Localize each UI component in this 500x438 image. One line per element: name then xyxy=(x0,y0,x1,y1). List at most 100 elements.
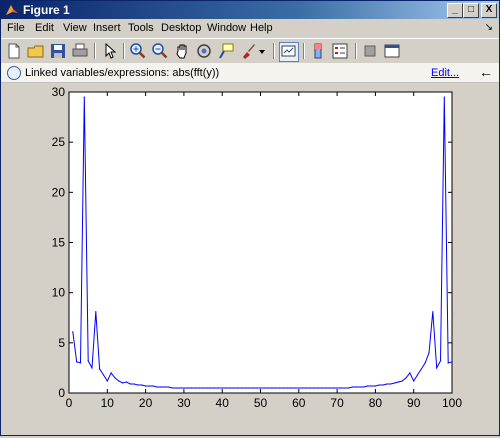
data-point xyxy=(328,387,331,389)
data-point xyxy=(240,387,242,389)
close-button[interactable]: X xyxy=(481,3,497,18)
data-cursor-icon[interactable] xyxy=(217,42,235,60)
menu-insert[interactable]: Insert xyxy=(93,22,121,34)
open-file-icon[interactable] xyxy=(27,42,45,60)
menu-edit[interactable]: Edit xyxy=(35,22,54,34)
data-point xyxy=(416,374,419,376)
link-plot-icon[interactable] xyxy=(279,42,299,62)
data-point xyxy=(175,387,177,389)
data-point xyxy=(443,96,445,98)
figure-window: Figure 1 _ □ X File Edit View Insert Too… xyxy=(0,0,500,436)
data-point xyxy=(405,377,407,379)
new-figure-icon[interactable] xyxy=(5,42,23,60)
menu-tools[interactable]: Tools xyxy=(128,22,154,34)
brush-icon[interactable] xyxy=(239,42,257,60)
window-title: Figure 1 xyxy=(23,3,70,17)
menu-file[interactable]: File xyxy=(7,22,25,34)
data-point xyxy=(236,387,239,389)
data-point xyxy=(378,384,380,386)
plot-area: 0 10 20 30 40 50 60 70 80 90 100 0 5 10 15 20 25 30 xyxy=(1,83,499,435)
maximize-button[interactable]: □ xyxy=(463,3,479,18)
print-icon[interactable] xyxy=(71,42,89,60)
insert-legend-icon[interactable] xyxy=(331,42,349,60)
y-tick-label: 10 xyxy=(52,286,66,300)
select-arrow-icon[interactable] xyxy=(101,42,119,60)
data-point xyxy=(91,367,93,369)
data-point xyxy=(436,367,438,369)
linked-variables-bar: Linked variables/expressions: abs(fft(y)… xyxy=(1,63,499,83)
x-tick-label: 50 xyxy=(254,396,268,410)
data-point xyxy=(118,380,120,382)
data-point xyxy=(252,387,254,389)
data-point xyxy=(164,386,166,388)
data-point xyxy=(382,384,384,386)
data-point xyxy=(374,385,376,387)
zoom-in-icon[interactable] xyxy=(129,42,147,60)
title-bar[interactable]: Figure 1 _ □ X xyxy=(1,1,499,19)
fft-chart[interactable]: 0 10 20 30 40 50 60 70 80 90 100 0 5 10 15 20 25 30 xyxy=(1,83,499,435)
data-point xyxy=(87,360,89,362)
data-point xyxy=(386,383,388,385)
data-point xyxy=(83,96,85,98)
data-point xyxy=(344,387,346,389)
data-point xyxy=(210,387,212,389)
data-point xyxy=(363,386,365,388)
figure-toolbar xyxy=(1,38,499,64)
x-tick-label: 10 xyxy=(101,396,115,410)
data-point xyxy=(145,385,147,387)
data-point xyxy=(79,362,82,364)
x-tick-label: 60 xyxy=(292,396,306,410)
data-point xyxy=(141,384,143,386)
menu-overflow-arrow-icon[interactable]: ↘ xyxy=(485,22,493,33)
data-point xyxy=(187,387,189,389)
rotate-3d-icon[interactable] xyxy=(195,42,213,60)
edit-link[interactable]: Edit... xyxy=(431,67,459,79)
data-point xyxy=(202,387,204,389)
y-tick-label: 0 xyxy=(58,386,65,400)
x-tick-label: 0 xyxy=(66,396,73,410)
data-point xyxy=(347,387,350,389)
toolbar-separator xyxy=(303,43,305,59)
data-point xyxy=(72,331,74,333)
data-point xyxy=(256,387,258,389)
collapse-info-icon[interactable] xyxy=(7,66,21,80)
data-point xyxy=(340,387,342,389)
data-point xyxy=(125,381,128,383)
menu-window[interactable]: Window xyxy=(207,22,246,34)
pan-hand-icon[interactable] xyxy=(173,42,191,60)
show-plot-tools-icon[interactable] xyxy=(383,42,401,60)
data-point xyxy=(267,387,269,389)
data-point xyxy=(160,386,162,388)
data-point xyxy=(206,387,208,389)
matlab-logo-icon xyxy=(6,5,18,15)
data-point xyxy=(282,387,285,389)
x-tick-label: 20 xyxy=(139,396,153,410)
zoom-out-icon[interactable] xyxy=(151,42,169,60)
brush-dropdown-icon[interactable] xyxy=(257,42,267,60)
data-point xyxy=(179,387,181,389)
data-point xyxy=(428,352,430,354)
data-point xyxy=(332,387,334,389)
toolbar-separator xyxy=(94,43,96,59)
data-point xyxy=(263,387,265,389)
data-point xyxy=(393,382,396,384)
data-point xyxy=(198,387,200,389)
back-arrow-icon[interactable]: ← xyxy=(479,64,493,80)
data-point xyxy=(390,383,392,385)
menu-help[interactable]: Help xyxy=(250,22,273,34)
data-point xyxy=(420,368,422,370)
menu-desktop[interactable]: Desktop xyxy=(161,22,201,34)
save-icon[interactable] xyxy=(49,42,67,60)
x-tick-label: 30 xyxy=(177,396,191,410)
data-point xyxy=(225,387,227,389)
data-point xyxy=(259,387,262,389)
insert-colorbar-icon[interactable] xyxy=(309,42,327,60)
hide-plot-tools-icon[interactable] xyxy=(361,42,379,60)
y-tick-label: 5 xyxy=(58,336,65,350)
data-point xyxy=(171,387,174,389)
minimize-button[interactable]: _ xyxy=(447,3,463,18)
data-point xyxy=(409,372,411,374)
menu-view[interactable]: View xyxy=(63,22,87,34)
linked-variables-text: Linked variables/expressions: abs(fft(y)… xyxy=(25,67,220,79)
y-tick-label: 20 xyxy=(52,185,66,199)
